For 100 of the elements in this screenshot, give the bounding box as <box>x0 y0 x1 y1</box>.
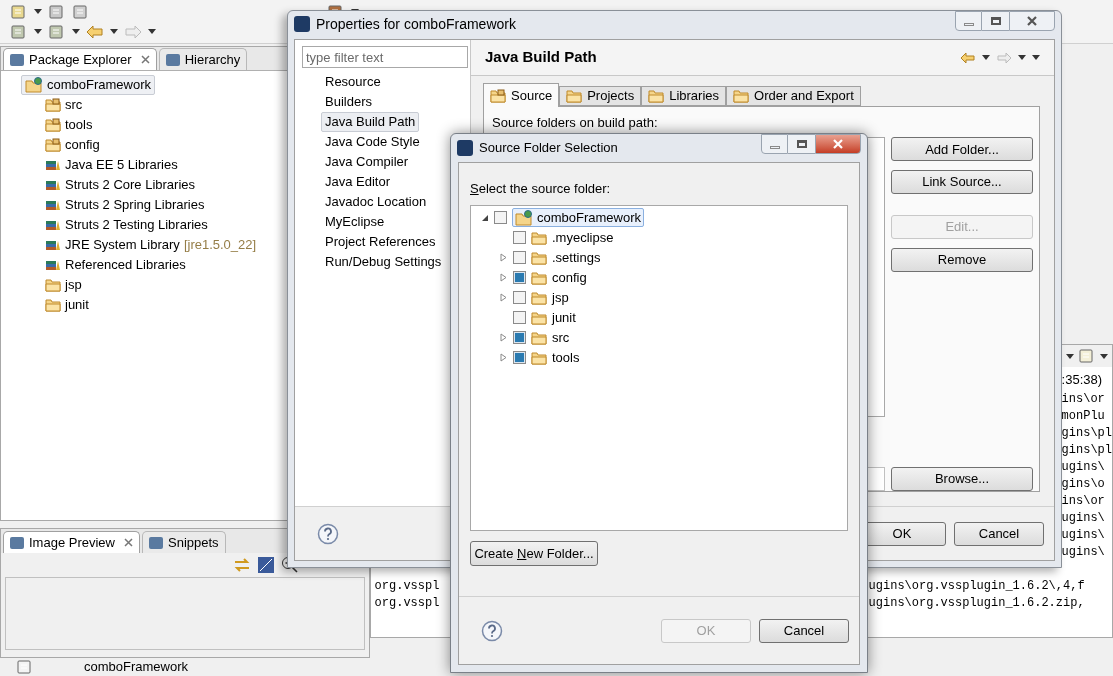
console-line: ugins\ <box>1061 460 1105 474</box>
dropdown-arrow-icon[interactable] <box>72 29 80 34</box>
tree-item[interactable]: tools <box>45 115 97 135</box>
tree-item[interactable]: Referenced Libraries <box>45 255 190 275</box>
back-arrow-icon[interactable] <box>86 24 104 39</box>
close-button[interactable] <box>815 134 861 154</box>
project-icon <box>25 77 43 93</box>
tree-item[interactable]: junit <box>552 307 576 328</box>
tree-row[interactable]: tools <box>471 347 847 368</box>
tree-row[interactable]: .myeclipse <box>471 227 847 248</box>
checkbox[interactable] <box>513 251 526 264</box>
cancel-button[interactable]: Cancel <box>759 618 849 643</box>
checkbox[interactable] <box>513 231 526 244</box>
nav-item[interactable]: Java Compiler <box>321 152 413 172</box>
dropdown-arrow-icon[interactable] <box>148 29 156 34</box>
tree-item[interactable]: jsp <box>552 287 569 308</box>
nav-item[interactable]: Builders <box>321 92 376 112</box>
dropdown-arrow-icon[interactable] <box>34 29 42 34</box>
dropdown-arrow-icon[interactable] <box>1066 353 1074 359</box>
dropdown-arrow-icon[interactable] <box>34 9 42 14</box>
dropdown-arrow-icon[interactable] <box>110 29 118 34</box>
tree-item[interactable]: comboFramework <box>512 208 645 227</box>
checkbox[interactable] <box>513 271 526 284</box>
tree-item[interactable]: .settings <box>552 247 601 268</box>
maximize-button[interactable] <box>982 11 1009 31</box>
tree-item[interactable]: Java EE 5 Libraries <box>45 155 182 175</box>
checkbox[interactable] <box>513 311 526 324</box>
action-button[interactable]: Link Source... <box>891 170 1033 194</box>
tree-item[interactable]: JRE System Library [jre1.5.0_22] <box>45 235 261 255</box>
swap-arrows-icon[interactable] <box>232 557 251 574</box>
view-tab[interactable]: Package Explorer <box>3 48 157 70</box>
tab[interactable]: Libraries <box>641 86 727 106</box>
close-button[interactable] <box>1009 11 1055 31</box>
maximize-button[interactable] <box>788 134 815 154</box>
forward-arrow-icon[interactable] <box>124 24 142 39</box>
tree-row[interactable]: jsp <box>471 287 847 308</box>
tree-row[interactable]: src <box>471 327 847 348</box>
tree-row[interactable]: junit <box>471 307 847 328</box>
checkbox[interactable] <box>513 351 526 364</box>
nav-item[interactable]: Java Code Style <box>321 132 424 152</box>
browse-button[interactable]: Browse... <box>891 466 1033 491</box>
checkbox[interactable] <box>494 211 507 224</box>
forward-arrow-icon[interactable] <box>996 51 1012 64</box>
nav-item[interactable]: Project References <box>321 232 440 252</box>
tree-item[interactable]: Struts 2 Testing Libraries <box>45 215 212 235</box>
dropdown-arrow-icon[interactable] <box>1100 353 1108 359</box>
tree-item[interactable]: comboFramework <box>21 75 156 95</box>
dropdown-arrow-icon[interactable] <box>982 55 990 60</box>
folder-icon <box>531 250 547 265</box>
back-arrow-icon[interactable] <box>960 51 976 64</box>
window-title: Source Folder Selection <box>479 139 618 158</box>
tree-item[interactable]: Struts 2 Core Libraries <box>45 175 200 195</box>
view-tab[interactable]: Hierarchy <box>158 48 248 70</box>
nav-item[interactable]: Javadoc Location <box>321 192 431 212</box>
tree-item[interactable]: src <box>45 95 87 115</box>
tree-row[interactable]: config <box>471 267 847 288</box>
view-tab[interactable]: Image Preview <box>3 531 140 554</box>
tab[interactable]: Order and Export <box>726 86 861 106</box>
close-icon[interactable] <box>140 55 150 64</box>
nav-item[interactable]: Resource <box>321 72 385 92</box>
minimize-button[interactable] <box>761 134 788 154</box>
expand-arrow-icon[interactable] <box>481 213 489 222</box>
close-icon <box>832 139 844 149</box>
tree-item[interactable]: junit <box>45 295 93 315</box>
action-button[interactable]: Add Folder... <box>891 137 1033 162</box>
tab[interactable]: Projects <box>559 86 642 106</box>
status-text: comboFramework <box>84 658 189 676</box>
tree-item[interactable]: tools <box>552 347 580 368</box>
cancel-button[interactable]: Cancel <box>954 521 1044 546</box>
create-folder-button[interactable]: Create New Folder... <box>470 540 598 566</box>
filter-field[interactable]: type filter text <box>302 46 468 68</box>
tree-item[interactable]: config <box>552 267 587 288</box>
nav-item[interactable]: Java Build Path <box>321 112 420 132</box>
tab[interactable]: Source <box>483 83 560 107</box>
checkbox[interactable] <box>513 331 526 344</box>
folder-icon <box>531 270 547 285</box>
close-icon[interactable] <box>124 538 133 548</box>
tree-item[interactable]: jsp <box>45 275 86 295</box>
tree-item[interactable]: Struts 2 Spring Libraries <box>45 195 209 215</box>
console-line: ins\or <box>1061 494 1105 508</box>
help-icon <box>481 619 503 642</box>
checkbox[interactable] <box>513 291 526 304</box>
tree-item-decoration: [jre1.5.0_22] <box>183 236 257 255</box>
console-line: org.vsspl <box>374 595 441 612</box>
nav-item[interactable]: MyEclipse <box>321 212 389 232</box>
action-button[interactable]: Remove <box>891 247 1033 272</box>
view-tab[interactable]: Snippets <box>142 531 226 554</box>
books-icon <box>45 218 61 232</box>
app-icon <box>294 16 310 32</box>
tree-item[interactable]: config <box>45 135 104 155</box>
tree-row[interactable]: .settings <box>471 247 847 268</box>
folder-icon <box>566 89 583 103</box>
tree-item[interactable]: src <box>552 327 570 348</box>
nav-item[interactable]: Java Editor <box>321 172 395 192</box>
minimize-button[interactable] <box>955 11 982 31</box>
books-icon <box>45 258 61 272</box>
console-line: org.vsspl <box>374 578 441 595</box>
nav-item[interactable]: Run/Debug Settings <box>321 252 446 272</box>
image-icon[interactable] <box>256 556 275 575</box>
tree-item[interactable]: .myeclipse <box>552 227 614 248</box>
